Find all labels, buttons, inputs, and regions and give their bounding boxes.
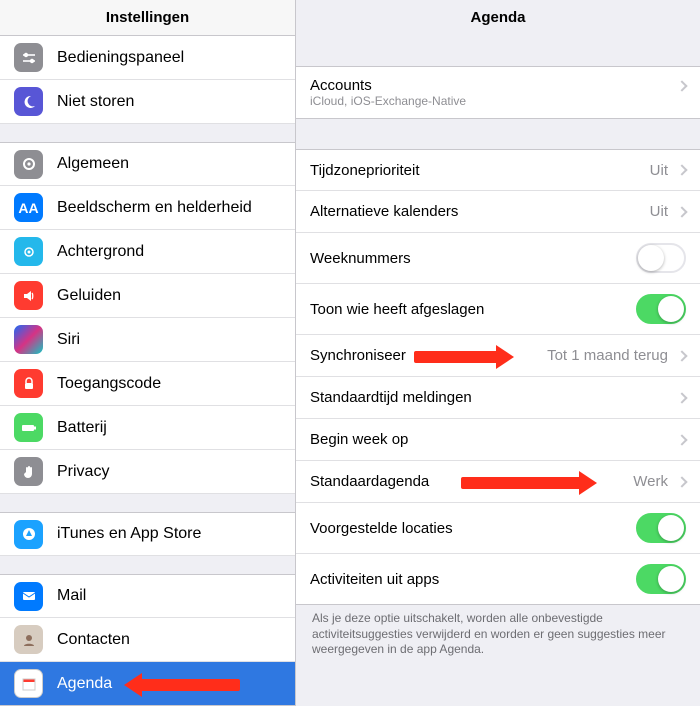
altcal-label: Alternatieve kalenders xyxy=(310,203,650,220)
text-size-icon: AA xyxy=(14,193,43,222)
sidebar-label: Batterij xyxy=(57,419,281,437)
sidebar-label: Bedieningspaneel xyxy=(57,49,281,67)
sidebar-label: Niet storen xyxy=(57,93,281,111)
timezone-value: Uit xyxy=(650,162,668,179)
sidebar-item-privacy[interactable]: Privacy xyxy=(0,450,295,494)
sidebar-label: Privacy xyxy=(57,463,281,481)
row-sync[interactable]: Synchroniseer Tot 1 maand terug xyxy=(296,335,700,377)
settings-sidebar: Instellingen Bedieningspaneel Niet store… xyxy=(0,0,296,706)
sidebar-item-general[interactable]: Algemeen xyxy=(0,142,295,186)
sidebar-item-wallpaper[interactable]: Achtergrond xyxy=(0,230,295,274)
calendar-icon xyxy=(14,669,43,698)
sidebar-item-contacts[interactable]: Contacten xyxy=(0,618,295,662)
lock-icon xyxy=(14,369,43,398)
row-weeknum[interactable]: Weeknummers xyxy=(296,233,700,284)
weekstart-label: Begin week op xyxy=(310,431,674,448)
sidebar-label: Geluiden xyxy=(57,287,281,305)
sidebar-title: Instellingen xyxy=(0,0,295,36)
sidebar-item-siri[interactable]: Siri xyxy=(0,318,295,362)
defaultcal-value: Werk xyxy=(633,473,668,490)
chevron-right-icon xyxy=(676,206,687,217)
sidebar-label: Siri xyxy=(57,331,281,349)
row-alerts[interactable]: Standaardtijd meldingen xyxy=(296,377,700,419)
accounts-sub: iCloud, iOS-Exchange-Native xyxy=(310,94,466,108)
sidebar-item-control-center[interactable]: Bedieningspaneel xyxy=(0,36,295,80)
alerts-label: Standaardtijd meldingen xyxy=(310,389,674,406)
sidebar-item-battery[interactable]: Batterij xyxy=(0,406,295,450)
chevron-right-icon xyxy=(676,80,687,91)
sidebar-item-appstore[interactable]: iTunes en App Store xyxy=(0,512,295,556)
chevron-right-icon xyxy=(676,164,687,175)
weeknum-label: Weeknummers xyxy=(310,250,636,267)
appact-switch[interactable] xyxy=(636,564,686,594)
accounts-label: Accounts xyxy=(310,77,674,94)
chevron-right-icon xyxy=(676,392,687,403)
declined-switch[interactable] xyxy=(636,294,686,324)
row-appact[interactable]: Activiteiten uit apps xyxy=(296,554,700,605)
weeknum-switch[interactable] xyxy=(636,243,686,273)
altcal-value: Uit xyxy=(650,203,668,220)
footer-note: Als je deze optie uitschakelt, worden al… xyxy=(296,605,700,670)
sugloc-label: Voorgestelde locaties xyxy=(310,520,636,537)
chevron-right-icon xyxy=(676,476,687,487)
sugloc-switch[interactable] xyxy=(636,513,686,543)
row-defaultcal[interactable]: Standaardagenda Werk xyxy=(296,461,700,503)
sidebar-label: Toegangscode xyxy=(57,375,281,393)
sidebar-item-display[interactable]: AA Beeldscherm en helderheid xyxy=(0,186,295,230)
row-sugloc[interactable]: Voorgestelde locaties xyxy=(296,503,700,554)
sidebar-item-sounds[interactable]: Geluiden xyxy=(0,274,295,318)
siri-icon xyxy=(14,325,43,354)
battery-icon xyxy=(14,413,43,442)
sidebar-item-passcode[interactable]: Toegangscode xyxy=(0,362,295,406)
speaker-icon xyxy=(14,281,43,310)
sidebar-label: Achtergrond xyxy=(57,243,281,261)
sidebar-item-calendar[interactable]: Agenda xyxy=(0,662,295,706)
row-weekstart[interactable]: Begin week op xyxy=(296,419,700,461)
gear-icon xyxy=(14,150,43,179)
sliders-icon xyxy=(14,43,43,72)
row-altcal[interactable]: Alternatieve kalenders Uit xyxy=(296,191,700,233)
sidebar-label: iTunes en App Store xyxy=(57,525,281,543)
moon-icon xyxy=(14,87,43,116)
chevron-right-icon xyxy=(676,434,687,445)
row-declined[interactable]: Toon wie heeft afgeslagen xyxy=(296,284,700,335)
mail-icon xyxy=(14,582,43,611)
timezone-label: Tijdzoneprioriteit xyxy=(310,162,650,179)
detail-title: Agenda xyxy=(296,0,700,36)
sync-label: Synchroniseer xyxy=(310,347,547,364)
sidebar-label: Agenda xyxy=(57,675,281,693)
sidebar-label: Algemeen xyxy=(57,155,281,173)
hand-icon xyxy=(14,457,43,486)
accounts-row[interactable]: Accounts iCloud, iOS-Exchange-Native xyxy=(296,66,700,119)
sidebar-item-mail[interactable]: Mail xyxy=(0,574,295,618)
appstore-icon xyxy=(14,520,43,549)
detail-pane: Agenda Accounts iCloud, iOS-Exchange-Nat… xyxy=(296,0,700,706)
sidebar-label: Beeldscherm en helderheid xyxy=(57,199,281,217)
declined-label: Toon wie heeft afgeslagen xyxy=(310,301,636,318)
contacts-icon xyxy=(14,625,43,654)
sidebar-item-do-not-disturb[interactable]: Niet storen xyxy=(0,80,295,124)
sidebar-label: Mail xyxy=(57,587,281,605)
chevron-right-icon xyxy=(676,350,687,361)
appact-label: Activiteiten uit apps xyxy=(310,571,636,588)
flower-icon xyxy=(14,237,43,266)
defaultcal-label: Standaardagenda xyxy=(310,473,633,490)
sync-value: Tot 1 maand terug xyxy=(547,347,668,364)
row-timezone[interactable]: Tijdzoneprioriteit Uit xyxy=(296,149,700,191)
sidebar-label: Contacten xyxy=(57,631,281,649)
